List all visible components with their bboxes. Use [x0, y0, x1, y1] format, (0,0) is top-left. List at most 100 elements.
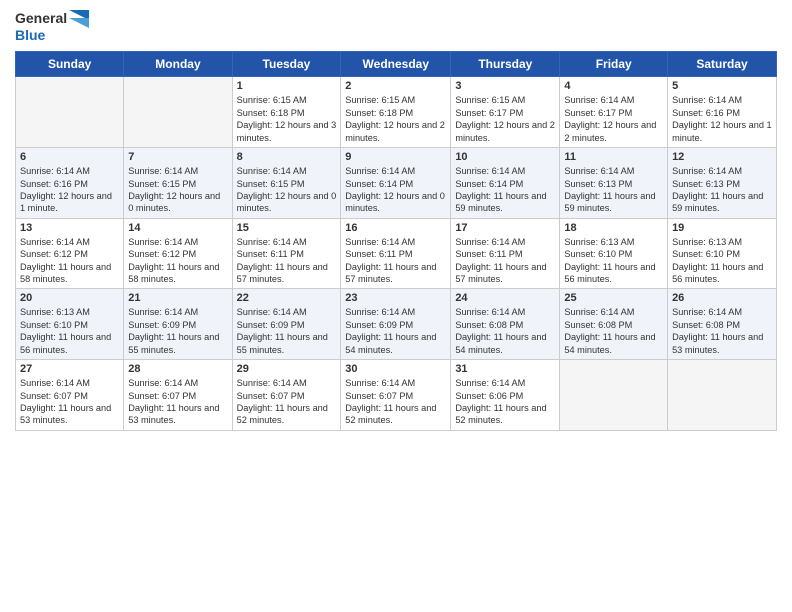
day-info: Sunrise: 6:15 AMSunset: 6:17 PMDaylight:…	[455, 94, 555, 144]
calendar-cell: 1 Sunrise: 6:15 AMSunset: 6:18 PMDaylight…	[232, 77, 341, 148]
day-info: Sunrise: 6:14 AMSunset: 6:12 PMDaylight:…	[20, 236, 119, 286]
calendar-cell: 7 Sunrise: 6:14 AMSunset: 6:15 PMDaylight…	[124, 148, 232, 219]
day-number: 29	[237, 363, 337, 375]
day-number: 23	[345, 292, 446, 304]
calendar-cell: 29 Sunrise: 6:14 AMSunset: 6:07 PMDayligh…	[232, 360, 341, 431]
day-number: 16	[345, 222, 446, 234]
col-header-tuesday: Tuesday	[232, 52, 341, 77]
calendar-cell: 28 Sunrise: 6:14 AMSunset: 6:07 PMDayligh…	[124, 360, 232, 431]
day-number: 31	[455, 363, 555, 375]
calendar-cell: 22 Sunrise: 6:14 AMSunset: 6:09 PMDayligh…	[232, 289, 341, 360]
calendar-cell: 14 Sunrise: 6:14 AMSunset: 6:12 PMDayligh…	[124, 218, 232, 289]
calendar-cell	[668, 360, 777, 431]
day-info: Sunrise: 6:14 AMSunset: 6:08 PMDaylight:…	[672, 306, 772, 356]
day-number: 21	[128, 292, 227, 304]
calendar-cell: 27 Sunrise: 6:14 AMSunset: 6:07 PMDayligh…	[16, 360, 124, 431]
day-info: Sunrise: 6:14 AMSunset: 6:11 PMDaylight:…	[455, 236, 555, 286]
calendar-cell: 10Sunrise: 6:14 AMSunset: 6:14 PMDayligh…	[451, 148, 560, 219]
calendar-cell: 9 Sunrise: 6:14 AMSunset: 6:14 PMDaylight…	[341, 148, 451, 219]
calendar-cell: 8 Sunrise: 6:14 AMSunset: 6:15 PMDaylight…	[232, 148, 341, 219]
calendar-cell: 19 Sunrise: 6:13 AMSunset: 6:10 PMDayligh…	[668, 218, 777, 289]
day-number: 4	[564, 80, 663, 92]
calendar-cell: 18 Sunrise: 6:13 AMSunset: 6:10 PMDayligh…	[560, 218, 668, 289]
day-number: 2	[345, 80, 446, 92]
calendar-cell: 21Sunrise: 6:14 AMSunset: 6:09 PMDayligh…	[124, 289, 232, 360]
day-info: Sunrise: 6:14 AMSunset: 6:08 PMDaylight:…	[455, 306, 555, 356]
calendar-cell: 13 Sunrise: 6:14 AMSunset: 6:12 PMDayligh…	[16, 218, 124, 289]
day-info: Sunrise: 6:14 AMSunset: 6:07 PMDaylight:…	[20, 377, 119, 427]
day-info: Sunrise: 6:14 AMSunset: 6:07 PMDaylight:…	[345, 377, 446, 427]
calendar-cell: 23 Sunrise: 6:14 AMSunset: 6:09 PMDayligh…	[341, 289, 451, 360]
col-header-monday: Monday	[124, 52, 232, 77]
day-number: 27	[20, 363, 119, 375]
calendar-cell: 30 Sunrise: 6:14 AMSunset: 6:07 PMDayligh…	[341, 360, 451, 431]
page: General Blue SundayMondayTuesdayWednesda…	[0, 0, 792, 612]
day-info: Sunrise: 6:14 AMSunset: 6:09 PMDaylight:…	[345, 306, 446, 356]
day-info: Sunrise: 6:14 AMSunset: 6:13 PMDaylight:…	[564, 165, 663, 215]
day-info: Sunrise: 6:15 AMSunset: 6:18 PMDaylight:…	[237, 94, 337, 144]
day-number: 14	[128, 222, 227, 234]
day-number: 19	[672, 222, 772, 234]
day-number: 20	[20, 292, 119, 304]
day-info: Sunrise: 6:14 AMSunset: 6:06 PMDaylight:…	[455, 377, 555, 427]
day-info: Sunrise: 6:14 AMSunset: 6:08 PMDaylight:…	[564, 306, 663, 356]
day-info: Sunrise: 6:13 AMSunset: 6:10 PMDaylight:…	[20, 306, 119, 356]
day-info: Sunrise: 6:14 AMSunset: 6:17 PMDaylight:…	[564, 94, 663, 144]
calendar-cell: 3 Sunrise: 6:15 AMSunset: 6:17 PMDaylight…	[451, 77, 560, 148]
calendar-cell: 4 Sunrise: 6:14 AMSunset: 6:17 PMDaylight…	[560, 77, 668, 148]
day-info: Sunrise: 6:14 AMSunset: 6:11 PMDaylight:…	[345, 236, 446, 286]
calendar-cell: 12Sunrise: 6:14 AMSunset: 6:13 PMDayligh…	[668, 148, 777, 219]
calendar-cell	[560, 360, 668, 431]
calendar-cell	[124, 77, 232, 148]
day-number: 8	[237, 151, 337, 163]
day-number: 7	[128, 151, 227, 163]
calendar-cell: 2 Sunrise: 6:15 AMSunset: 6:18 PMDaylight…	[341, 77, 451, 148]
day-number: 3	[455, 80, 555, 92]
calendar-cell: 16 Sunrise: 6:14 AMSunset: 6:11 PMDayligh…	[341, 218, 451, 289]
calendar-cell: 5 Sunrise: 6:14 AMSunset: 6:16 PMDaylight…	[668, 77, 777, 148]
day-number: 1	[237, 80, 337, 92]
day-number: 25	[564, 292, 663, 304]
day-number: 22	[237, 292, 337, 304]
calendar-cell: 26 Sunrise: 6:14 AMSunset: 6:08 PMDayligh…	[668, 289, 777, 360]
day-info: Sunrise: 6:14 AMSunset: 6:07 PMDaylight:…	[237, 377, 337, 427]
day-info: Sunrise: 6:13 AMSunset: 6:10 PMDaylight:…	[564, 236, 663, 286]
day-info: Sunrise: 6:14 AMSunset: 6:15 PMDaylight:…	[128, 165, 227, 215]
day-info: Sunrise: 6:14 AMSunset: 6:14 PMDaylight:…	[345, 165, 446, 215]
day-info: Sunrise: 6:14 AMSunset: 6:13 PMDaylight:…	[672, 165, 772, 215]
day-info: Sunrise: 6:14 AMSunset: 6:15 PMDaylight:…	[237, 165, 337, 215]
day-info: Sunrise: 6:14 AMSunset: 6:09 PMDaylight:…	[237, 306, 337, 356]
day-number: 30	[345, 363, 446, 375]
col-header-friday: Friday	[560, 52, 668, 77]
day-number: 5	[672, 80, 772, 92]
day-info: Sunrise: 6:14 AMSunset: 6:16 PMDaylight:…	[672, 94, 772, 144]
calendar-cell: 11Sunrise: 6:14 AMSunset: 6:13 PMDayligh…	[560, 148, 668, 219]
calendar-cell: 20 Sunrise: 6:13 AMSunset: 6:10 PMDayligh…	[16, 289, 124, 360]
day-info: Sunrise: 6:14 AMSunset: 6:11 PMDaylight:…	[237, 236, 337, 286]
day-number: 10	[455, 151, 555, 163]
day-number: 18	[564, 222, 663, 234]
day-number: 26	[672, 292, 772, 304]
day-info: Sunrise: 6:13 AMSunset: 6:10 PMDaylight:…	[672, 236, 772, 286]
day-number: 13	[20, 222, 119, 234]
day-number: 15	[237, 222, 337, 234]
calendar-cell: 31 Sunrise: 6:14 AMSunset: 6:06 PMDayligh…	[451, 360, 560, 431]
header: General Blue	[15, 10, 777, 43]
calendar-cell: 17Sunrise: 6:14 AMSunset: 6:11 PMDayligh…	[451, 218, 560, 289]
day-number: 9	[345, 151, 446, 163]
day-info: Sunrise: 6:14 AMSunset: 6:07 PMDaylight:…	[128, 377, 227, 427]
col-header-thursday: Thursday	[451, 52, 560, 77]
day-info: Sunrise: 6:15 AMSunset: 6:18 PMDaylight:…	[345, 94, 446, 144]
day-number: 24	[455, 292, 555, 304]
calendar-cell: 24 Sunrise: 6:14 AMSunset: 6:08 PMDayligh…	[451, 289, 560, 360]
calendar-cell: 6Sunrise: 6:14 AMSunset: 6:16 PMDaylight…	[16, 148, 124, 219]
day-info: Sunrise: 6:14 AMSunset: 6:16 PMDaylight:…	[20, 165, 119, 215]
calendar: SundayMondayTuesdayWednesdayThursdayFrid…	[15, 51, 777, 430]
logo: General Blue	[15, 10, 89, 43]
col-header-wednesday: Wednesday	[341, 52, 451, 77]
day-number: 28	[128, 363, 227, 375]
calendar-cell: 15 Sunrise: 6:14 AMSunset: 6:11 PMDayligh…	[232, 218, 341, 289]
col-header-saturday: Saturday	[668, 52, 777, 77]
calendar-cell: 25 Sunrise: 6:14 AMSunset: 6:08 PMDayligh…	[560, 289, 668, 360]
day-info: Sunrise: 6:14 AMSunset: 6:12 PMDaylight:…	[128, 236, 227, 286]
